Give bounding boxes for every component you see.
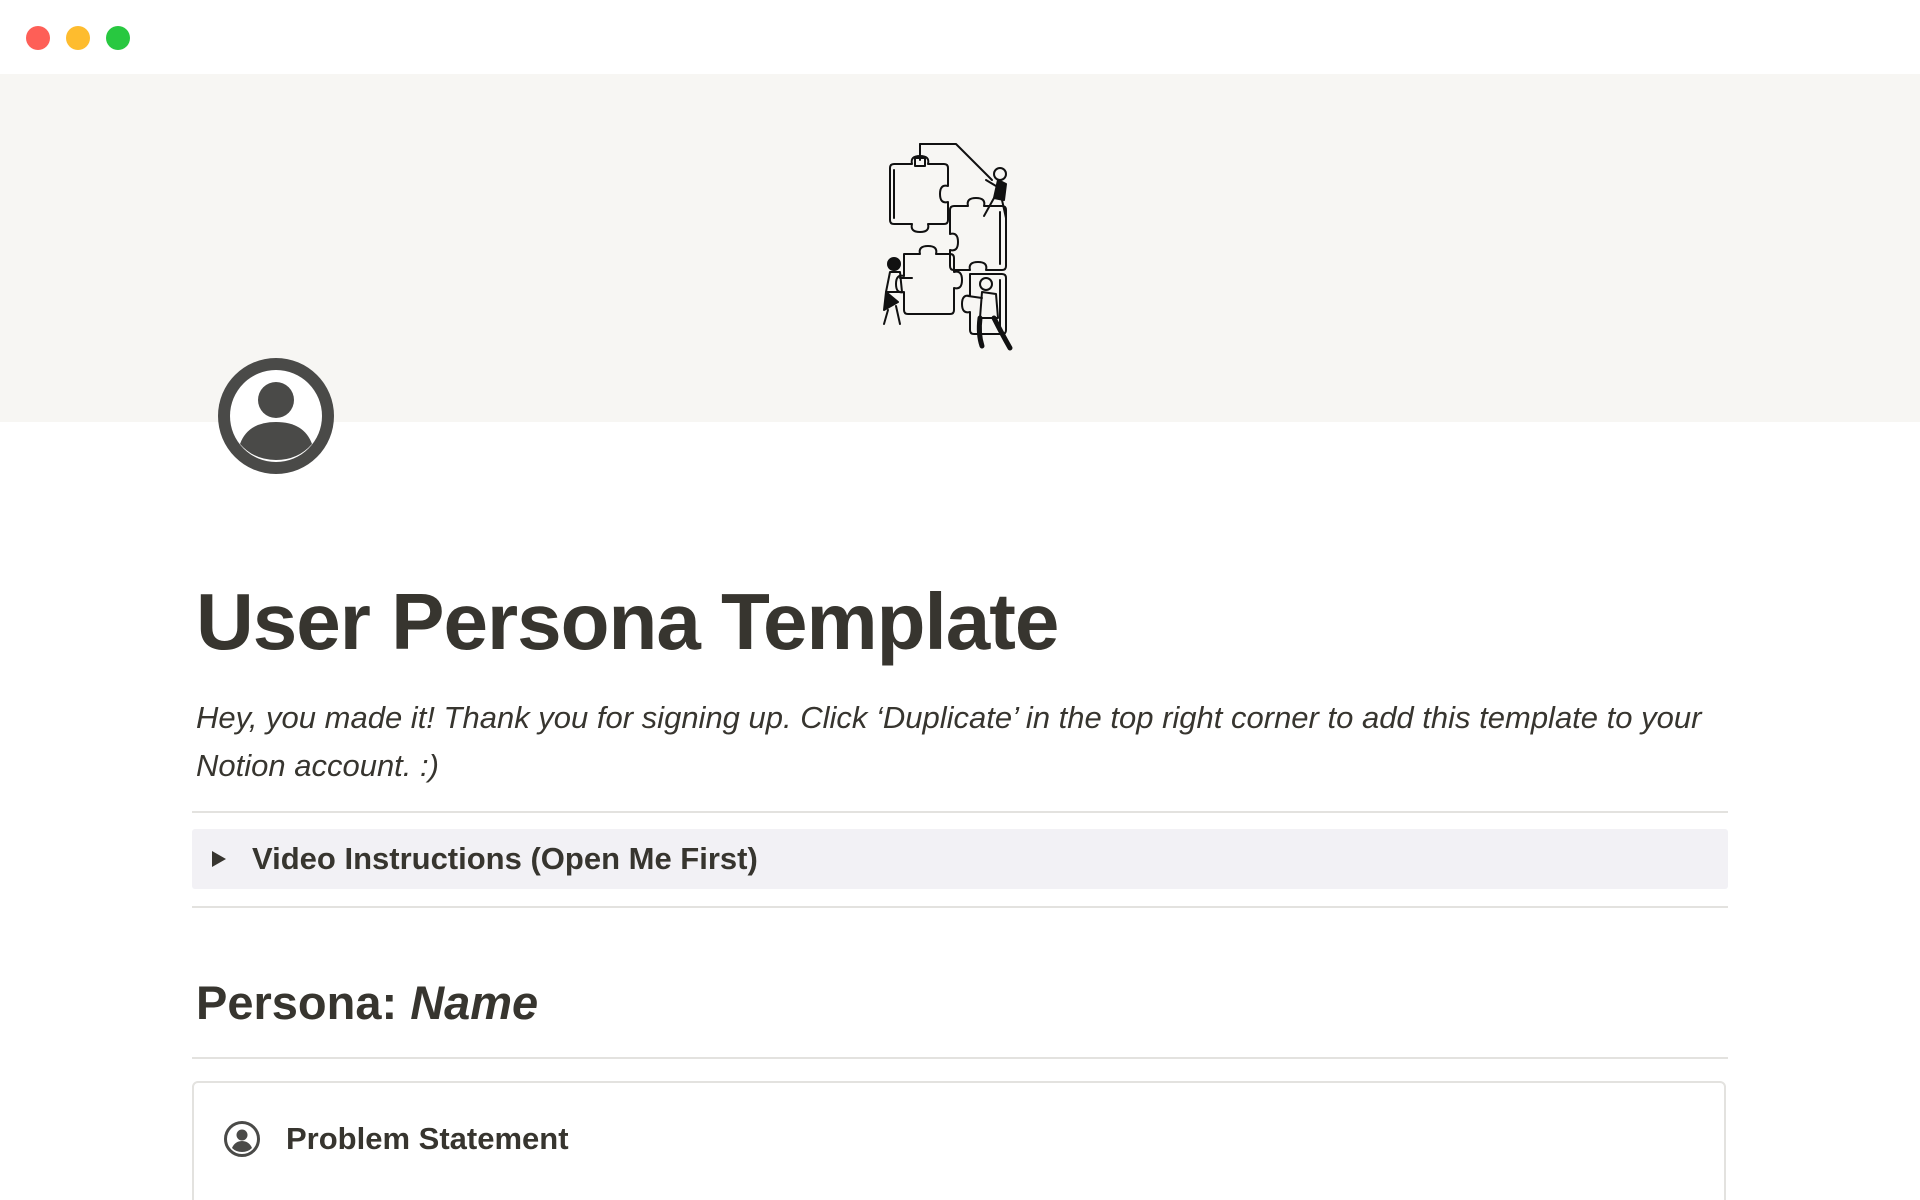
user-circle-icon[interactable] <box>216 356 336 476</box>
persona-prefix: Persona: <box>196 976 411 1029</box>
page-title[interactable]: User Persona Template <box>196 576 1059 668</box>
puzzle-people-illustration <box>883 143 1013 351</box>
divider <box>192 906 1728 908</box>
card-title: Problem Statement <box>286 1121 569 1156</box>
app-window: User Persona Template Hey, you made it! … <box>0 0 1920 1200</box>
persona-name: Name <box>410 976 539 1029</box>
close-window-button[interactable] <box>26 26 50 50</box>
divider <box>192 811 1728 813</box>
intro-text[interactable]: Hey, you made it! Thank you for signing … <box>196 694 1716 790</box>
toggle-label: Video Instructions (Open Me First) <box>252 841 758 876</box>
persona-heading[interactable]: Persona: Name <box>196 975 538 1030</box>
divider <box>192 1057 1728 1059</box>
user-circle-icon <box>224 1121 260 1157</box>
triangle-right-icon[interactable] <box>208 848 230 870</box>
title-bar <box>0 0 1920 74</box>
zoom-window-button[interactable] <box>106 26 130 50</box>
minimize-window-button[interactable] <box>66 26 90 50</box>
problem-statement-card[interactable]: Problem Statement <box>192 1081 1726 1200</box>
video-instructions-toggle[interactable]: Video Instructions (Open Me First) <box>192 829 1728 889</box>
card-header: Problem Statement <box>224 1121 569 1157</box>
